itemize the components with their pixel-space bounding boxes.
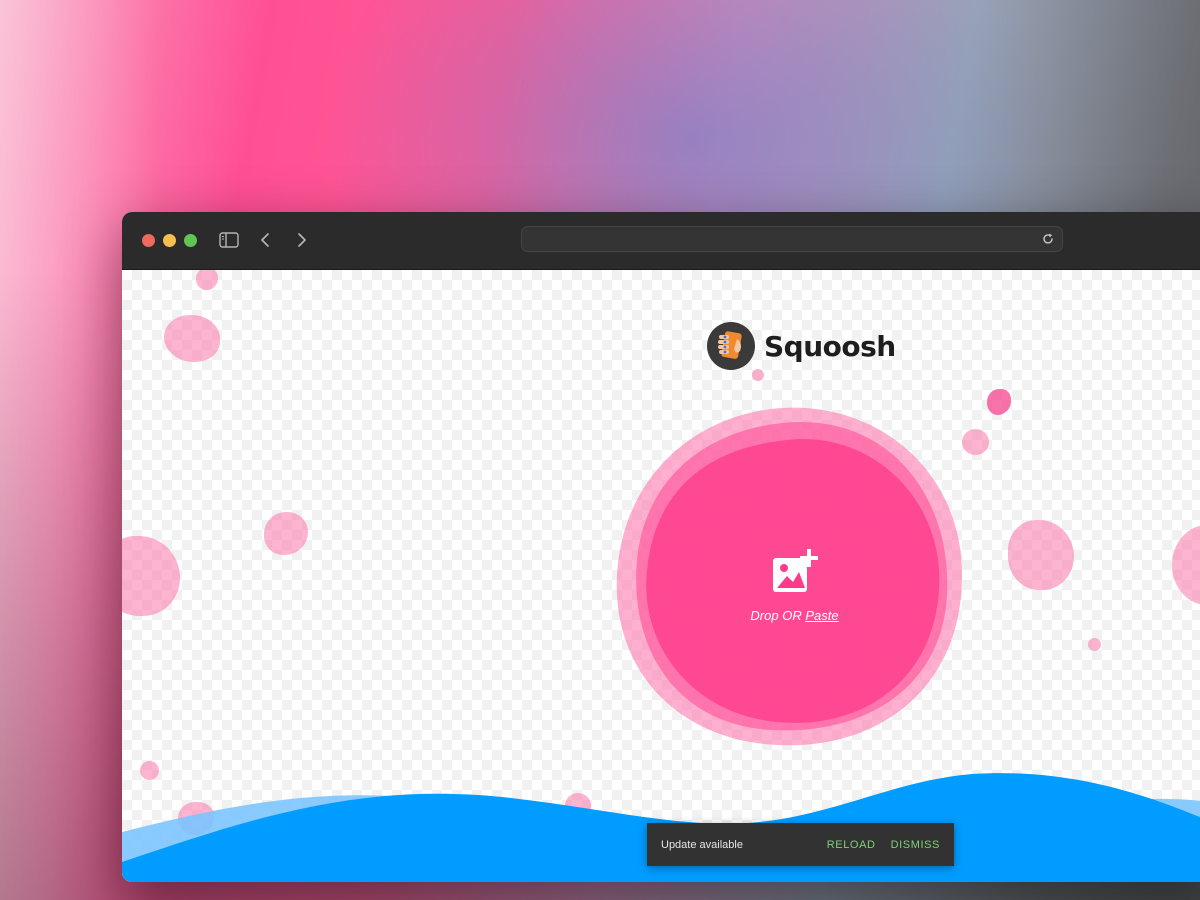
decorative-blob <box>1172 525 1200 605</box>
close-window-button[interactable] <box>142 234 155 247</box>
add-image-icon <box>771 548 819 594</box>
decorative-blob <box>122 536 180 616</box>
decorative-blob <box>164 315 220 362</box>
browser-window: Squoosh Drop OR Paste Update available R… <box>122 212 1200 882</box>
brand-name: Squoosh <box>764 329 896 363</box>
decorative-blob <box>264 512 308 555</box>
minimize-window-button[interactable] <box>163 234 176 247</box>
paste-link[interactable]: Paste <box>805 608 838 623</box>
update-snackbar: Update available RELOAD DISMISS <box>647 823 954 866</box>
sidebar-toggle-icon[interactable] <box>218 229 240 251</box>
reload-button[interactable]: RELOAD <box>827 839 876 851</box>
snackbar-message: Update available <box>661 838 743 851</box>
drop-text: Drop OR <box>750 608 806 623</box>
squoosh-logo-icon <box>706 321 756 371</box>
decorative-blob <box>196 270 218 290</box>
maximize-window-button[interactable] <box>184 234 197 247</box>
decorative-blob <box>1088 638 1101 651</box>
image-drop-zone[interactable]: Drop OR Paste <box>607 400 977 760</box>
browser-titlebar <box>122 212 1200 270</box>
dismiss-button[interactable]: DISMISS <box>891 839 940 851</box>
decorative-blob <box>1008 520 1074 590</box>
drop-instructions: Drop OR Paste <box>607 608 982 623</box>
reload-icon[interactable] <box>1041 232 1055 246</box>
chevron-right-icon[interactable] <box>294 229 310 251</box>
chevron-left-icon[interactable] <box>257 229 273 251</box>
decorative-blob <box>987 389 1011 415</box>
page-content: Squoosh Drop OR Paste Update available R… <box>122 270 1200 882</box>
address-bar[interactable] <box>521 226 1063 252</box>
brand-header: Squoosh <box>706 320 896 372</box>
